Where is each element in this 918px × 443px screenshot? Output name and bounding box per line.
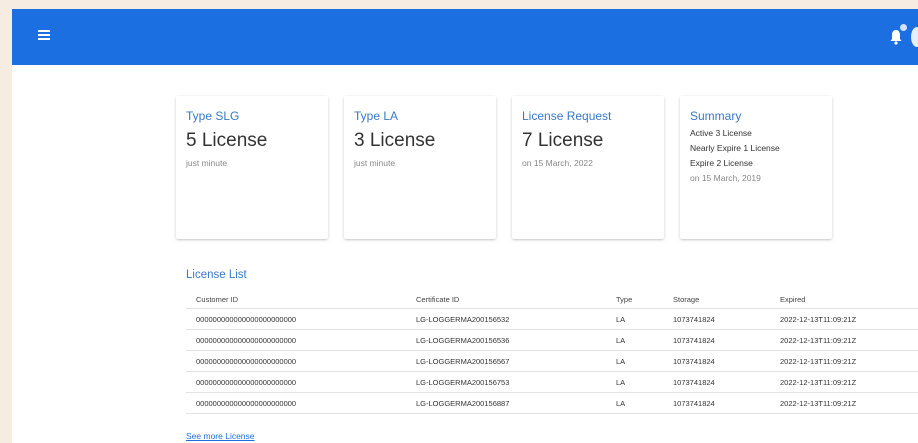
cell-certificate-id: LG-LOGGERMA200156567 xyxy=(416,350,616,372)
table-row[interactable]: 000000000000000000000000 LG-LOGGERMA2001… xyxy=(186,371,918,393)
cell-expired: 2022-12-13T11:09:21Z xyxy=(780,308,918,330)
card-title: Summary xyxy=(690,109,742,123)
license-table: Customer ID Certificate ID Type Storage … xyxy=(186,290,918,414)
cell-customer-id: 000000000000000000000000 xyxy=(186,371,416,393)
cell-storage: 1073741824 xyxy=(673,329,780,351)
column-header-type[interactable]: Type xyxy=(616,290,673,309)
cell-storage: 1073741824 xyxy=(673,392,780,414)
cell-certificate-id: LG-LOGGERMA200156532 xyxy=(416,308,616,330)
cell-type: LA xyxy=(616,392,673,414)
cell-type: LA xyxy=(616,371,673,393)
card-title: Type SLG xyxy=(186,109,240,123)
summary-expire: Expire 2 License xyxy=(690,158,753,168)
card-type-slg: Type SLG 5 License just minute xyxy=(176,96,328,239)
card-license-request: License Request 7 License on 15 March, 2… xyxy=(512,96,664,239)
card-type-la: Type LA 3 License just minute xyxy=(344,96,496,239)
table-row[interactable]: 000000000000000000000000 LG-LOGGERMA2001… xyxy=(186,308,918,330)
card-subtitle: just minute xyxy=(186,158,228,168)
column-header-storage[interactable]: Storage xyxy=(673,290,780,309)
app-window: Type SLG 5 License just minute Type LA 3… xyxy=(12,9,918,443)
table-header-row: Customer ID Certificate ID Type Storage … xyxy=(186,290,918,309)
avatar[interactable] xyxy=(911,27,918,47)
cell-customer-id: 000000000000000000000000 xyxy=(186,329,416,351)
top-app-bar xyxy=(12,9,918,65)
cell-certificate-id: LG-LOGGERMA200156887 xyxy=(416,392,616,414)
cell-type: LA xyxy=(616,308,673,330)
cell-customer-id: 000000000000000000000000 xyxy=(186,308,416,330)
cell-certificate-id: LG-LOGGERMA200156753 xyxy=(416,371,616,393)
cell-storage: 1073741824 xyxy=(673,308,780,330)
table-row[interactable]: 000000000000000000000000 LG-LOGGERMA2001… xyxy=(186,329,918,351)
cell-customer-id: 000000000000000000000000 xyxy=(186,392,416,414)
cell-type: LA xyxy=(616,329,673,351)
cell-expired: 2022-12-13T11:09:21Z xyxy=(780,392,918,414)
cell-expired: 2022-12-13T11:09:21Z xyxy=(780,329,918,351)
card-subtitle: just minute xyxy=(354,158,396,168)
cell-customer-id: 000000000000000000000000 xyxy=(186,350,416,372)
card-value: 3 License xyxy=(354,130,436,151)
summary-date: on 15 March, 2019 xyxy=(690,173,761,183)
card-value: 7 License xyxy=(522,130,604,151)
card-title: Type LA xyxy=(354,109,399,123)
column-header-customer-id[interactable]: Customer ID xyxy=(186,290,416,309)
summary-active: Active 3 License xyxy=(690,128,752,138)
card-value: 5 License xyxy=(186,130,268,151)
card-summary: Summary Active 3 License Nearly Expire 1… xyxy=(680,96,832,239)
cell-storage: 1073741824 xyxy=(673,371,780,393)
column-header-certificate-id[interactable]: Certificate ID xyxy=(416,290,616,309)
table-row[interactable]: 000000000000000000000000 LG-LOGGERMA2001… xyxy=(186,392,918,414)
cell-expired: 2022-12-13T11:09:21Z xyxy=(780,371,918,393)
card-subtitle: on 15 March, 2022 xyxy=(522,158,593,168)
see-more-license-link[interactable]: See more License xyxy=(186,431,255,441)
cell-type: LA xyxy=(616,350,673,372)
license-list-title: License List xyxy=(186,269,247,281)
card-title: License Request xyxy=(522,109,612,123)
notification-badge xyxy=(900,24,907,31)
cell-storage: 1073741824 xyxy=(673,350,780,372)
summary-nearly-expire: Nearly Expire 1 License xyxy=(690,143,780,153)
hamburger-icon[interactable] xyxy=(38,30,50,42)
cell-expired: 2022-12-13T11:09:21Z xyxy=(780,350,918,372)
table-row[interactable]: 000000000000000000000000 LG-LOGGERMA2001… xyxy=(186,350,918,372)
cell-certificate-id: LG-LOGGERMA200156536 xyxy=(416,329,616,351)
column-header-expired[interactable]: Expired xyxy=(780,290,918,309)
